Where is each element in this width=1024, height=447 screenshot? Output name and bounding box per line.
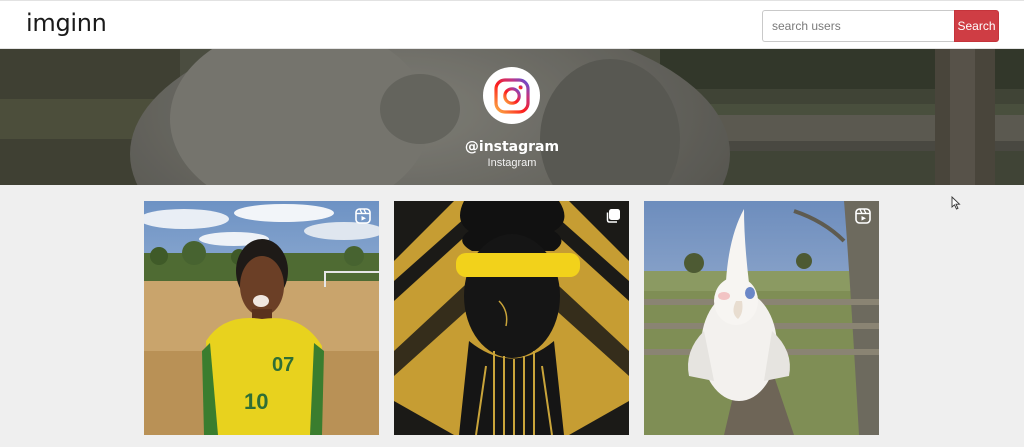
profile-handle: @instagram bbox=[464, 139, 560, 155]
post-image: 07 10 bbox=[144, 201, 379, 435]
profile-banner: @instagram Instagram bbox=[0, 49, 1024, 185]
post-card[interactable] bbox=[644, 201, 879, 435]
profile-full-name: Instagram bbox=[487, 157, 537, 169]
reel-icon bbox=[355, 208, 371, 224]
mouse-cursor-icon bbox=[951, 196, 961, 210]
profile-avatar[interactable] bbox=[483, 67, 540, 124]
brand-logo-link[interactable]: imginn bbox=[26, 9, 107, 37]
search-input[interactable] bbox=[762, 10, 954, 42]
post-image bbox=[644, 201, 879, 435]
search-form: Search bbox=[762, 10, 999, 42]
instagram-logo-icon bbox=[493, 77, 530, 114]
svg-text:07: 07 bbox=[272, 354, 294, 376]
search-button[interactable]: Search bbox=[954, 10, 999, 42]
post-card[interactable]: 07 10 bbox=[144, 201, 379, 435]
carousel-icon bbox=[606, 209, 620, 223]
top-navbar: imginn Search bbox=[0, 0, 1024, 49]
post-card[interactable] bbox=[394, 201, 629, 435]
reel-icon bbox=[855, 208, 871, 224]
svg-text:10: 10 bbox=[244, 389, 268, 414]
post-image bbox=[394, 201, 629, 435]
